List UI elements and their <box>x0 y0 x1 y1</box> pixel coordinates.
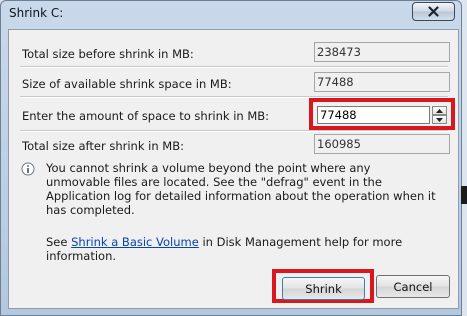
shrink-dialog: Shrink C: Total size before shrink in MB… <box>0 0 462 316</box>
shrink-button-highlight: Shrink <box>272 269 374 303</box>
available-space-label: Size of available shrink space in MB: <box>22 77 232 91</box>
shrink-amount-label: Enter the amount of space to shrink in M… <box>22 109 270 123</box>
help-prefix: See <box>46 235 72 249</box>
cancel-button[interactable]: Cancel <box>376 275 450 298</box>
separator <box>20 66 448 68</box>
shrink-amount-highlight <box>309 98 455 130</box>
spin-up-button[interactable] <box>432 106 447 115</box>
window-title: Shrink C: <box>9 6 64 20</box>
dialog-body: Total size before shrink in MB: 238473 S… <box>8 29 459 309</box>
separator <box>20 130 448 132</box>
background-edge <box>461 186 467 204</box>
total-after-value: 160985 <box>314 134 450 154</box>
shrink-button[interactable]: Shrink <box>282 277 365 300</box>
total-after-label: Total size after shrink in MB: <box>22 139 184 153</box>
spin-down-icon <box>436 117 443 122</box>
info-message: You cannot shrink a volume beyond the po… <box>46 161 436 217</box>
total-before-value: 238473 <box>314 42 450 62</box>
close-icon <box>428 6 439 17</box>
close-button[interactable] <box>412 2 455 21</box>
total-before-label: Total size before shrink in MB: <box>22 47 194 61</box>
spin-down-button[interactable] <box>432 115 447 124</box>
spin-up-icon <box>436 108 443 113</box>
available-space-value: 77488 <box>314 72 450 92</box>
info-icon <box>21 162 35 176</box>
help-line: See Shrink a Basic Volume in Disk Manage… <box>46 235 458 263</box>
shrink-basic-volume-link[interactable]: Shrink a Basic Volume <box>71 235 199 249</box>
shrink-amount-input[interactable] <box>317 106 430 124</box>
